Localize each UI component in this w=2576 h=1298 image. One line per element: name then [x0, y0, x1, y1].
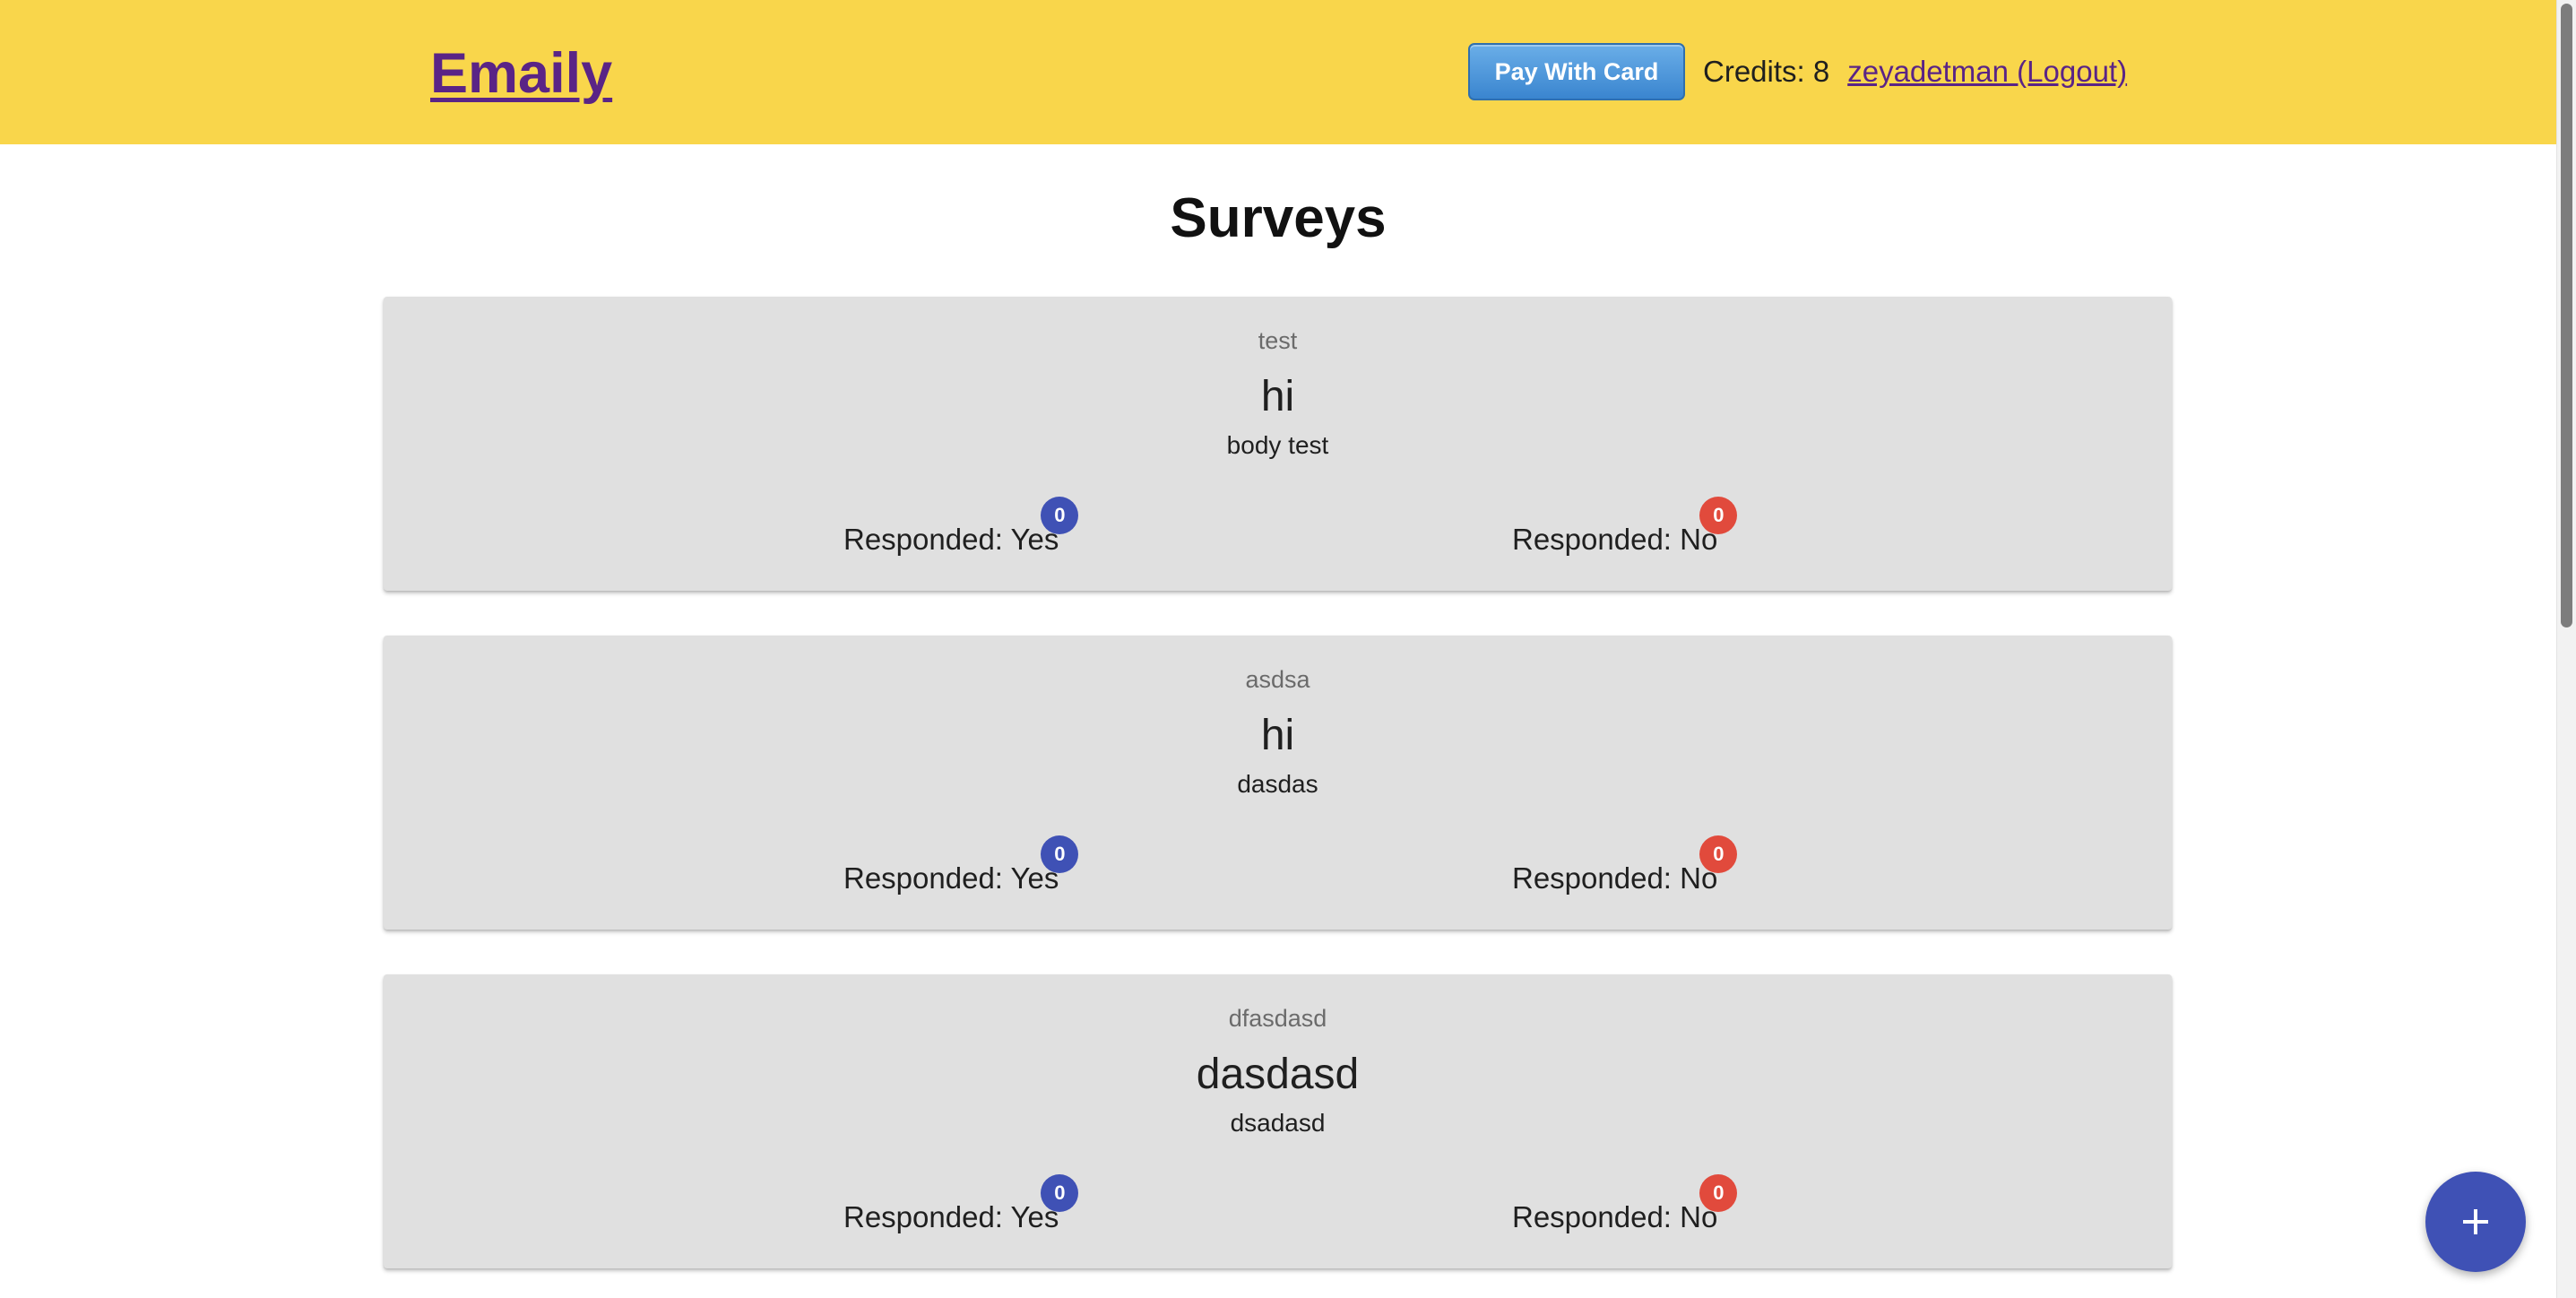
navbar-right: Pay With Card Credits: 8 zeyadetman (Log…	[1468, 43, 2127, 100]
survey-card: test hi body test Responded: Yes 0 Respo…	[384, 297, 2172, 591]
navbar: Emaily Pay With Card Credits: 8 zeyadetm…	[0, 0, 2556, 144]
page-title: Surveys	[1170, 187, 1387, 249]
responded-no-badge: 0	[1699, 497, 1738, 534]
brand-logo-link[interactable]: Emaily	[430, 39, 612, 108]
survey-title: dasdasd	[1196, 1051, 1360, 1098]
responded-no: Responded: No 0	[1512, 835, 1738, 896]
survey-subject: dfasdasd	[1228, 1005, 1327, 1032]
survey-subject: test	[1258, 327, 1298, 354]
responded-no-label: Responded: No	[1512, 861, 1718, 895]
responded-yes-label: Responded: Yes	[843, 523, 1059, 556]
responded-yes-badge: 0	[1041, 1174, 1079, 1212]
responded-yes: Responded: Yes 0	[843, 497, 1079, 557]
responded-yes-label: Responded: Yes	[843, 1200, 1059, 1233]
survey-title: hi	[1260, 373, 1295, 420]
responded-yes: Responded: Yes 0	[843, 1174, 1079, 1234]
survey-card: dfasdasd dasdasd dsadasd Responded: Yes …	[384, 974, 2172, 1268]
survey-card: asdsa hi dasdas Responded: Yes 0 Respond…	[384, 636, 2172, 930]
responded-yes-badge: 0	[1041, 497, 1079, 534]
logout-link[interactable]: zeyadetman (Logout)	[1847, 55, 2127, 89]
responded-no: Responded: No 0	[1512, 1174, 1738, 1234]
survey-subject: asdsa	[1245, 666, 1310, 693]
responded-yes: Responded: Yes 0	[843, 835, 1079, 896]
responded-no-label: Responded: No	[1512, 1200, 1718, 1233]
responded-yes-label: Responded: Yes	[843, 861, 1059, 895]
survey-title: hi	[1260, 712, 1295, 759]
plus-icon	[2463, 1209, 2488, 1234]
scrollbar-thumb[interactable]	[2561, 4, 2572, 627]
survey-body: dsadasd	[1230, 1109, 1326, 1137]
survey-body: body test	[1226, 431, 1329, 459]
responded-yes-badge: 0	[1041, 835, 1079, 873]
responded-no-badge: 0	[1699, 835, 1738, 873]
add-survey-button[interactable]	[2425, 1172, 2526, 1272]
responded-no-label: Responded: No	[1512, 523, 1718, 556]
pay-with-card-button[interactable]: Pay With Card	[1468, 43, 1685, 100]
survey-body: dasdas	[1237, 770, 1318, 798]
credits-count: Credits: 8	[1703, 55, 1830, 88]
responded-no-badge: 0	[1699, 1174, 1738, 1212]
responded-no: Responded: No 0	[1512, 497, 1738, 557]
